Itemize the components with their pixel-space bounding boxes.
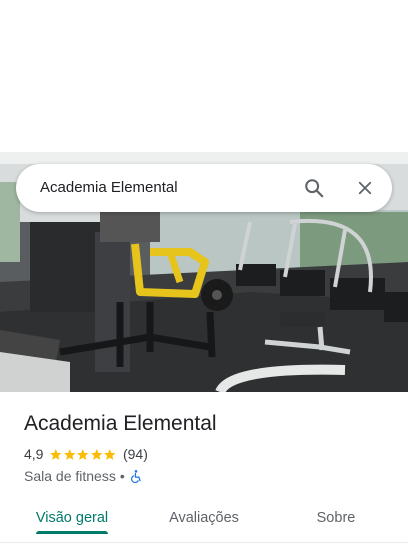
rating-value: 4,9 <box>24 446 44 462</box>
star-icon <box>50 448 62 460</box>
search-query-text[interactable]: Academia Elemental <box>40 164 178 212</box>
rating-row[interactable]: 4,9 (94) <box>24 445 148 463</box>
star-icon <box>77 448 89 460</box>
place-tabs: Visão geral Avaliações Sobre <box>0 496 408 542</box>
star-icon <box>91 448 103 460</box>
review-count[interactable]: (94) <box>123 446 148 462</box>
active-tab-indicator <box>36 531 108 534</box>
separator-dot: • <box>119 468 125 484</box>
star-icon <box>64 448 76 460</box>
place-info-panel: Academia Elemental 4,9 (94) Sala de fitn… <box>0 392 408 544</box>
tab-about[interactable]: Sobre <box>296 496 376 540</box>
close-icon[interactable] <box>351 174 379 202</box>
star-icon <box>104 448 116 460</box>
search-bar[interactable]: Academia Elemental <box>16 164 392 212</box>
search-icon[interactable] <box>300 174 328 202</box>
category-row: Sala de fitness • <box>24 467 143 485</box>
place-title: Academia Elemental <box>24 412 217 435</box>
map-area-blank <box>0 0 408 152</box>
tabs-divider <box>0 542 408 543</box>
wheelchair-icon[interactable] <box>129 469 143 483</box>
place-category: Sala de fitness <box>24 468 116 484</box>
rating-stars <box>49 448 117 461</box>
tab-reviews[interactable]: Avaliações <box>156 496 252 540</box>
